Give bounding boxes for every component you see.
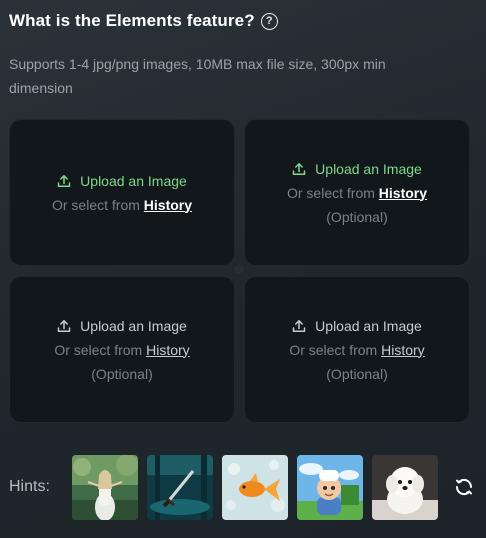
- upload-icon: [57, 319, 71, 332]
- white-puppy-image: [372, 455, 438, 520]
- card-divider-handle: [232, 262, 246, 276]
- hint-thumbnail-sword[interactable]: [147, 455, 213, 520]
- cartoon-chef-image: [297, 455, 363, 520]
- refresh-icon[interactable]: [453, 476, 475, 498]
- hints-label: Hints:: [9, 478, 50, 495]
- optional-label: (Optional): [326, 208, 388, 225]
- select-from-text: Or select from: [51, 196, 140, 213]
- history-link[interactable]: History: [381, 342, 425, 358]
- sword-in-water-image: [147, 455, 213, 520]
- upload-label: Upload an Image: [80, 172, 187, 189]
- select-from-text: Or select from: [54, 341, 143, 358]
- optional-label: (Optional): [326, 365, 388, 382]
- hint-thumbnail-puppy[interactable]: [372, 455, 438, 520]
- upload-icon: [57, 174, 71, 187]
- forest-fairy-image: [72, 455, 138, 520]
- question-circle-icon[interactable]: ?: [260, 12, 278, 30]
- hint-thumbnail-forest-fairy[interactable]: [72, 455, 138, 520]
- select-from-text: Or select from: [286, 184, 375, 201]
- upload-icon: [292, 162, 306, 175]
- optional-label: (Optional): [91, 365, 153, 382]
- upload-button[interactable]: Upload an Image: [292, 314, 422, 338]
- upload-label: Upload an Image: [315, 317, 422, 334]
- upload-icon: [292, 319, 306, 332]
- upload-requirements-text: Supports 1-4 jpg/png images, 10MB max fi…: [9, 56, 386, 96]
- hint-thumbnail-goldfish[interactable]: [222, 455, 288, 520]
- history-link[interactable]: History: [144, 197, 192, 213]
- history-row: Or select from History: [289, 338, 424, 362]
- history-link[interactable]: History: [146, 342, 190, 358]
- upload-label: Upload an Image: [80, 317, 187, 334]
- upload-card-1[interactable]: Upload an Image Or select from History: [9, 119, 235, 266]
- goldfish-image: [222, 455, 288, 520]
- history-link[interactable]: History: [379, 185, 427, 201]
- upload-button[interactable]: Upload an Image: [57, 314, 187, 338]
- upload-card-3[interactable]: Upload an Image Or select from History (…: [9, 276, 235, 423]
- history-row: Or select from History: [54, 338, 189, 362]
- upload-label: Upload an Image: [315, 160, 422, 177]
- upload-button[interactable]: Upload an Image: [292, 157, 422, 181]
- history-row: Or select from History: [287, 181, 427, 205]
- hint-thumbnail-cartoon-chef[interactable]: [297, 455, 363, 520]
- header: What is the Elements feature? ?: [9, 11, 278, 31]
- upload-card-4[interactable]: Upload an Image Or select from History (…: [244, 276, 470, 423]
- upload-button[interactable]: Upload an Image: [57, 169, 187, 193]
- history-row: Or select from History: [52, 193, 192, 217]
- page-title: What is the Elements feature?: [9, 11, 255, 30]
- select-from-text: Or select from: [289, 341, 378, 358]
- upload-card-2[interactable]: Upload an Image Or select from History (…: [244, 119, 470, 266]
